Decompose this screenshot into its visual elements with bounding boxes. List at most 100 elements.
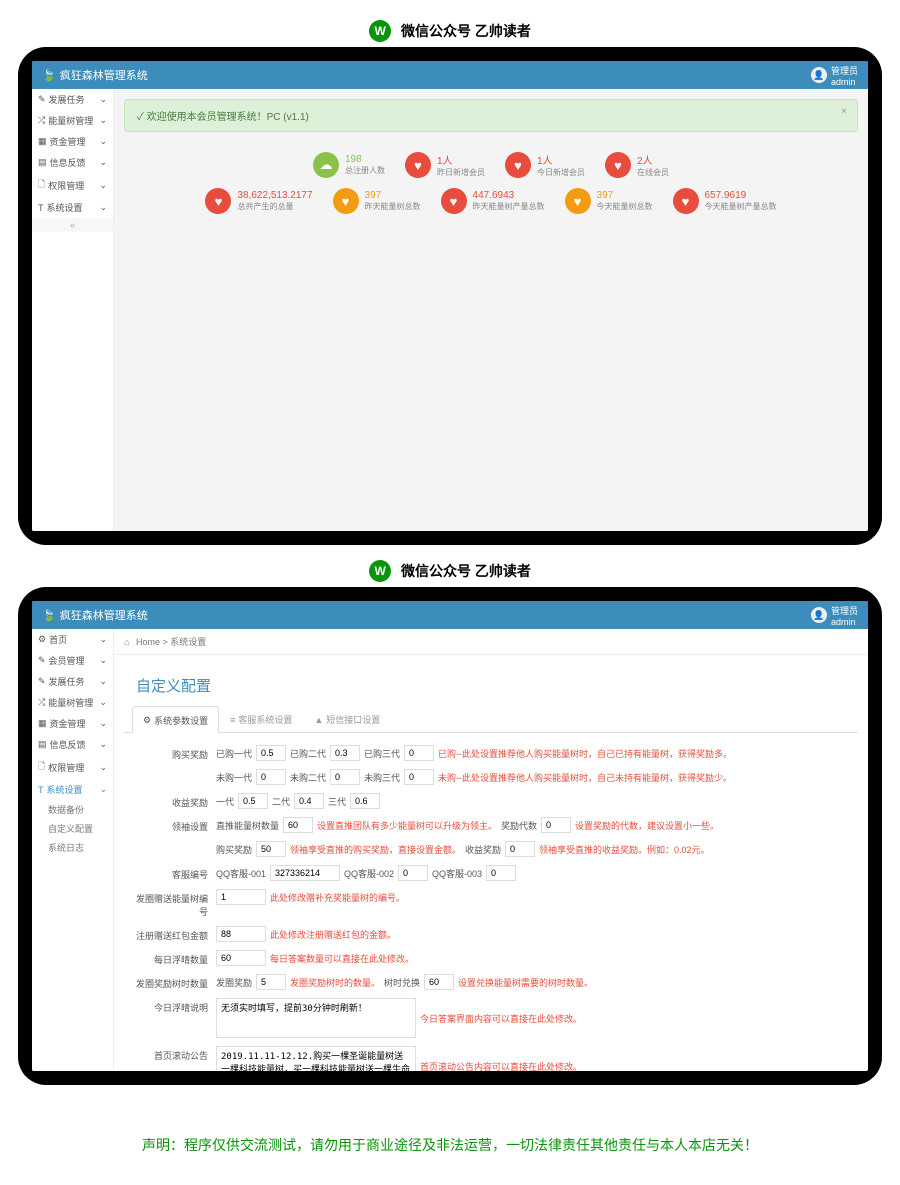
sublabel: 树时兑换 <box>384 976 420 989</box>
sidebar-item-label: 信息反馈 <box>50 156 86 169</box>
row-today-desc: 今日浮晴说明 今日答案界面内容可以直接在此处修改。 <box>136 998 846 1038</box>
input-qq3[interactable] <box>486 865 516 881</box>
user-menu[interactable]: 👤 管理员 admin <box>811 604 858 627</box>
stat-label: 昨天能量树总数 <box>365 201 421 212</box>
sidebar-item[interactable]: ▤信息反馈 ⌄ <box>32 152 113 173</box>
sidebar-item[interactable]: ✎发展任务 ⌄ <box>32 89 113 110</box>
stat-icon: ♥ <box>441 188 467 214</box>
input-leader-gens[interactable] <box>541 817 571 833</box>
sublabel: 发圈奖励 <box>216 976 252 989</box>
sublabel: 二代 <box>272 795 290 808</box>
input-income-gen3[interactable] <box>350 793 380 809</box>
input-leader-income[interactable] <box>505 841 535 857</box>
stat-icon: ♥ <box>565 188 591 214</box>
sidebar: ✎发展任务 ⌄ ⤮能量树管理 ⌄ ▦资金管理 ⌄ ▤信息反馈 ⌄ 🗋权限管理 ⌄ <box>32 89 114 531</box>
sidebar-item-label: 信息反馈 <box>50 738 86 751</box>
sidebar-item[interactable]: ▤信息反馈 ⌄ <box>32 734 113 755</box>
sidebar-item-icon: ✎ <box>38 655 46 666</box>
field-label <box>136 769 216 772</box>
sidebar-collapse[interactable]: « <box>32 218 113 232</box>
input-time-exchange[interactable] <box>424 974 454 990</box>
textarea-home-notice[interactable] <box>216 1046 416 1071</box>
sidebar-item-icon: ⚙ <box>38 634 46 645</box>
stat-value: 2人 <box>637 152 669 167</box>
sidebar-item-label: 发展任务 <box>49 93 85 106</box>
sidebar-item[interactable]: ▦资金管理 ⌄ <box>32 713 113 734</box>
sidebar-item[interactable]: ⚙首页 ⌄ <box>32 629 113 650</box>
sidebar-item[interactable]: ⤮能量树管理 ⌄ <box>32 110 113 131</box>
field-label: 领袖设置 <box>136 817 216 833</box>
textarea-today-desc[interactable] <box>216 998 416 1038</box>
sublabel: QQ客服-002 <box>344 867 394 880</box>
input-leader-trees[interactable] <box>283 817 313 833</box>
sidebar-item[interactable]: ✎会员管理 ⌄ <box>32 650 113 671</box>
sidebar-sub-item[interactable]: 自定义配置 <box>32 819 113 838</box>
input-nobuy-gen2[interactable] <box>330 769 360 785</box>
input-buy-gen3[interactable] <box>404 745 434 761</box>
stat-item: ♥ 657.9619 今天能量树产量总数 <box>673 188 777 214</box>
breadcrumb-home[interactable]: Home <box>136 637 160 647</box>
tab[interactable]: ⚙系统参数设置 <box>132 706 219 733</box>
alert-close-icon[interactable]: × <box>841 106 847 117</box>
monitor-frame-1: 🍃 疯狂森林管理系统 👤 管理员 admin ✎发展任务 ⌄ ⤮能量树管理 <box>18 47 882 545</box>
input-buy-gen1[interactable] <box>256 745 286 761</box>
input-share-tree-id[interactable] <box>216 889 266 905</box>
field-label: 发圈奖励树时数量 <box>136 974 216 990</box>
tab[interactable]: ≡客服系统设置 <box>219 706 303 732</box>
sublabel: 购买奖励 <box>216 843 252 856</box>
home-icon[interactable]: ⌂ <box>124 637 129 647</box>
chevron-down-icon: ⌄ <box>99 718 107 729</box>
leaf-icon: 🍃 <box>42 69 56 82</box>
tab-label: 系统参数设置 <box>154 714 208 727</box>
disclaimer-text: 声明：程序仅供交流测试，请勿用于商业途径及非法运营，一切法律责任其他责任与本人本… <box>0 1115 900 1175</box>
input-share-reward[interactable] <box>256 974 286 990</box>
chevron-down-icon: ⌄ <box>99 676 107 687</box>
input-leader-buy[interactable] <box>256 841 286 857</box>
stat-label: 总共产生的总量 <box>237 201 312 212</box>
input-nobuy-gen3[interactable] <box>404 769 434 785</box>
sublabel: 直推能量树数量 <box>216 819 279 832</box>
input-reg-bonus[interactable] <box>216 926 266 942</box>
sidebar-item-label: 系统设置 <box>47 201 83 214</box>
sidebar-sub-item[interactable]: 数据备份 <box>32 800 113 819</box>
monitor-frame-2: 🍃 疯狂森林管理系统 👤 管理员 admin ⚙首页 ⌄ ✎会员管理 ⌄ <box>18 587 882 1085</box>
watermark-icon: W <box>369 560 391 582</box>
input-qq1[interactable] <box>270 865 340 881</box>
input-qq2[interactable] <box>398 865 428 881</box>
sidebar-item-icon: ✎ <box>38 676 46 687</box>
input-daily-count[interactable] <box>216 950 266 966</box>
sidebar-item-icon: T <box>38 785 44 795</box>
row-qq: 客服编号 QQ客服-001 QQ客服-002 QQ客服-003 <box>136 865 846 881</box>
input-income-gen2[interactable] <box>294 793 324 809</box>
input-buy-gen2[interactable] <box>330 745 360 761</box>
field-label: 收益奖励 <box>136 793 216 809</box>
tab[interactable]: ▲短信接口设置 <box>303 706 391 732</box>
stat-item: ♥ 2人 在线会员 <box>605 152 669 178</box>
hint: 首页滚动公告内容可以直接在此处修改。 <box>420 1060 582 1072</box>
user-menu[interactable]: 👤 管理员 admin <box>811 64 858 87</box>
sidebar-item[interactable]: T系统设置 ⌄ <box>32 197 113 218</box>
hint: 设置兑换能量树需要的树时数量。 <box>458 976 593 989</box>
sidebar-item-label: 权限管理 <box>48 761 84 774</box>
stat-label: 昨天能量树产量总数 <box>473 201 545 212</box>
sublabel: 已购一代 <box>216 747 252 760</box>
field-label: 首页滚动公告 <box>136 1046 216 1062</box>
field-label: 购买奖励 <box>136 745 216 761</box>
sidebar-item[interactable]: ⤮能量树管理 ⌄ <box>32 692 113 713</box>
sidebar-item[interactable]: 🗋权限管理 ⌄ <box>32 755 113 779</box>
stat-value: 657.9619 <box>705 190 777 201</box>
input-income-gen1[interactable] <box>238 793 268 809</box>
sidebar-sub-item[interactable]: 系统日志 <box>32 838 113 857</box>
sidebar-item[interactable]: 🗋权限管理 ⌄ <box>32 173 113 197</box>
sidebar-item[interactable]: ▦资金管理 ⌄ <box>32 131 113 152</box>
sublabel: 未购三代 <box>364 771 400 784</box>
app-title: 疯狂森林管理系统 <box>60 67 148 83</box>
chevron-down-icon: ⌄ <box>99 157 107 168</box>
sidebar-item[interactable]: ✎发展任务 ⌄ <box>32 671 113 692</box>
sublabel: QQ客服-001 <box>216 867 266 880</box>
sidebar-item[interactable]: T系统设置 ⌄ <box>32 779 113 800</box>
row-daily-count: 每日浮晴数量 每日答案数量可以直接在此处修改。 <box>136 950 846 966</box>
input-nobuy-gen1[interactable] <box>256 769 286 785</box>
stat-icon: ♥ <box>205 188 231 214</box>
stat-label: 昨日新增会员 <box>437 167 485 178</box>
